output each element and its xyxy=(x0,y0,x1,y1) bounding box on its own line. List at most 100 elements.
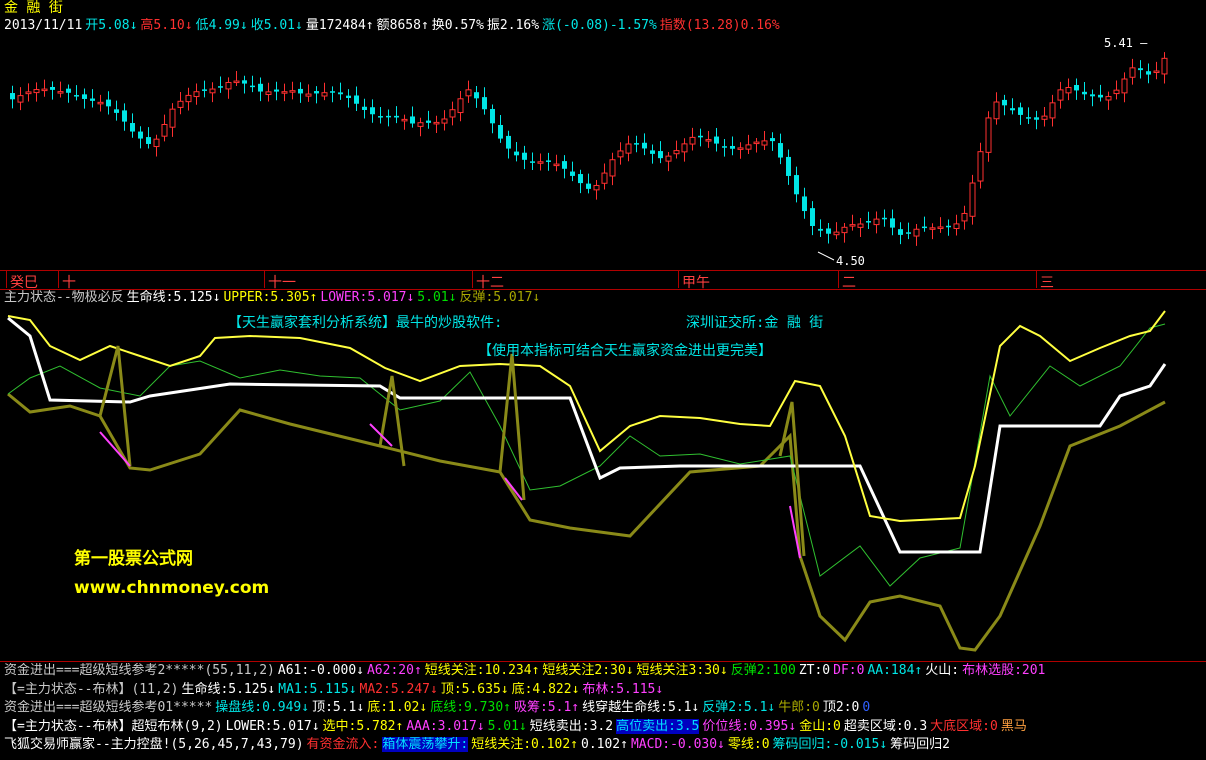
candle-body xyxy=(810,208,815,226)
candle-body xyxy=(745,144,752,150)
candle-body xyxy=(449,109,456,118)
candle-body xyxy=(953,223,960,229)
candle-body xyxy=(490,108,495,124)
quote-item: 振2.16% xyxy=(486,18,540,33)
candle-body xyxy=(786,156,791,176)
candle-body xyxy=(122,110,127,122)
date-tick xyxy=(472,271,473,288)
candle-body xyxy=(138,131,143,139)
candle-body xyxy=(1161,57,1168,75)
candle-body xyxy=(530,161,535,163)
candle-body xyxy=(289,90,296,93)
legend-item: A61:-0.000↓ xyxy=(277,663,364,678)
candle-body xyxy=(650,150,655,154)
candle-body xyxy=(714,136,719,144)
legend-item: 顶:5.1↓ xyxy=(312,700,365,715)
legend-item: 价位线:0.395↓ xyxy=(702,718,797,734)
candle-body xyxy=(410,116,415,124)
candle-body xyxy=(250,85,255,88)
legend-item: 底:1.02↓ xyxy=(367,700,428,715)
date-tick xyxy=(264,271,265,288)
date-tick xyxy=(1036,271,1037,288)
candle-body xyxy=(770,138,775,142)
candle-body xyxy=(1057,89,1064,101)
legend-item: 【=主力状态--布林】(11,2) xyxy=(4,681,179,697)
indicator-header: 主力状态--物极必反 生命线:5.125↓ UPPER:5.305↑ LOWER:5.… xyxy=(4,290,543,306)
legend-item: 火山: xyxy=(925,663,960,678)
legend-row: 飞狐交易师赢家--主力控盘!(5,26,45,7,43,79) 有资金流入: 箱体震… xyxy=(4,737,953,753)
legend-item: 金山:0 xyxy=(799,718,841,734)
candle-body xyxy=(457,98,464,114)
legend-item: MA2:5.247↓ xyxy=(359,681,438,697)
legend-item: 大底区域:0 xyxy=(930,718,998,734)
candle-body xyxy=(673,150,680,155)
candle-body xyxy=(753,141,760,145)
candle-body xyxy=(338,92,343,95)
candle-body xyxy=(898,229,903,235)
candle-body xyxy=(82,94,87,99)
candle-body xyxy=(346,95,351,99)
candle-body xyxy=(873,218,880,226)
candle-body xyxy=(778,143,783,158)
candle-body xyxy=(1138,68,1143,71)
date-label: 十一 xyxy=(268,275,296,291)
candle-body xyxy=(730,145,735,149)
legend-item: 短线关注:10.234↑ xyxy=(424,663,540,678)
spike-line xyxy=(778,401,806,557)
candle-body xyxy=(90,98,95,101)
candle-body xyxy=(625,143,632,154)
candle-body xyxy=(114,109,119,113)
candle-body xyxy=(401,118,408,122)
candle-body xyxy=(17,95,24,103)
rebound-line xyxy=(7,392,1166,652)
candle-body xyxy=(177,100,184,108)
legend-item: 操盘线:0.949↓ xyxy=(215,700,310,715)
candle-body xyxy=(426,120,431,123)
legend-item: 箱体震荡攀升: xyxy=(382,737,469,752)
indicator-value: 反弹:5.017↓ xyxy=(459,290,541,305)
indicator-note-system: 【天生赢家套利分析系统】最牛的炒股软件: xyxy=(228,315,503,331)
candle-body xyxy=(849,224,856,227)
legend-row: 【=主力状态--布林】超短布林(9,2) LOWER:5.017↓ 选中:5.782… xyxy=(4,718,1030,735)
candle-body xyxy=(218,86,223,88)
indicator-value: UPPER:5.305↑ xyxy=(223,290,318,305)
candle-body xyxy=(1113,89,1120,95)
candle-body xyxy=(522,152,527,160)
candle-body xyxy=(553,163,560,167)
legend-item: 高位卖出:3.5 xyxy=(616,718,700,734)
candle-body xyxy=(985,117,992,153)
watermark-url: www.chnmoney.com xyxy=(74,578,270,598)
candle-body xyxy=(546,160,551,162)
candle-body xyxy=(601,172,608,184)
candle-body xyxy=(1041,115,1048,120)
indicator-note-usage: 【使用本指标可结合天生赢家资金进出更完美】 xyxy=(478,343,772,359)
low-price-label: 4.50 xyxy=(836,254,865,268)
candle-body xyxy=(1010,108,1015,111)
candlestick-chart[interactable]: 5.41 — 4.50 xyxy=(0,36,1206,270)
date-label: 十二 xyxy=(476,275,504,291)
candle-body xyxy=(537,161,544,164)
legend-item: 0.102↑ xyxy=(581,737,628,752)
candle-body xyxy=(794,175,799,195)
candle-body xyxy=(169,108,176,128)
candle-body xyxy=(314,91,319,94)
legend-item: AA:184↑ xyxy=(867,663,923,678)
candle-body xyxy=(1026,117,1031,119)
high-price-label: 5.41 — xyxy=(1104,36,1148,50)
candle-body xyxy=(202,89,207,91)
candle-body xyxy=(946,225,951,228)
stock-title-bar: 金 融 街 xyxy=(4,0,66,16)
legend-item: 短线卖出:3.2 xyxy=(529,718,614,734)
lower-band-segment xyxy=(99,431,131,467)
candle-body xyxy=(826,228,831,234)
date-tick xyxy=(678,271,679,288)
candle-body xyxy=(242,80,247,84)
legend-item: 底:4.822↓ xyxy=(511,681,580,697)
legend-item: 牛郎:0 xyxy=(778,700,820,715)
legend-item: 0 xyxy=(862,700,871,715)
candle-body xyxy=(50,86,55,90)
candle-body xyxy=(74,95,79,97)
candle-body xyxy=(57,91,64,94)
candle-body xyxy=(969,182,976,217)
candle-body xyxy=(993,101,1000,120)
